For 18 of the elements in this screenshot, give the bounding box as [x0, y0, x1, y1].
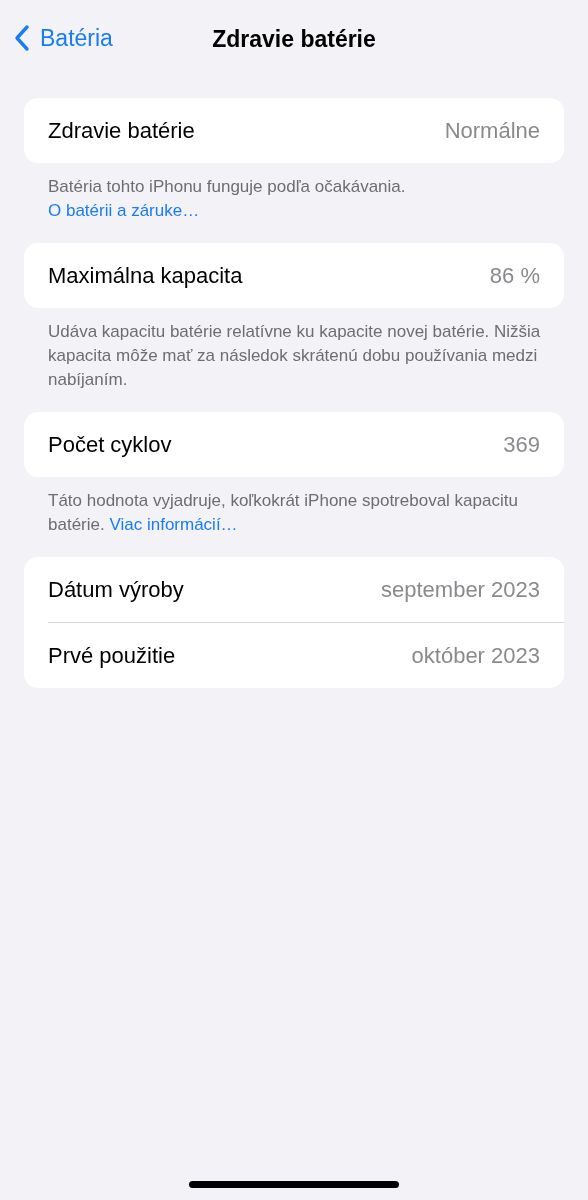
info-link[interactable]: Viac informácií… [109, 515, 238, 534]
row-label: Zdravie batérie [48, 117, 195, 144]
row-value: Normálne [444, 117, 540, 144]
row-value: 86 % [489, 262, 540, 289]
footer-text: Udáva kapacitu batérie relatívne ku kapacite novej batérie. Nižšia kapacita môže mať za následok skrátenú dobu používania medzi nabíjaním. [47, 321, 542, 391]
back-button[interactable]: Batéria [12, 22, 115, 54]
row-label: Prvé použitie [48, 642, 176, 669]
chevron-left-icon [14, 24, 30, 52]
row-label: Maximálna kapacita [48, 262, 243, 289]
page-title: Zdravie batérie [212, 25, 376, 53]
row-value: október 2023 [411, 642, 540, 669]
info-link[interactable]: O batérii a záruke… [48, 201, 200, 220]
row-label: Dátum výroby [48, 576, 184, 603]
row-value: september 2023 [381, 576, 540, 603]
row-label: Počet cyklov [48, 431, 172, 458]
footer-text: Táto hodnota vyjadruje, koľkokrát iPhone spotreboval kapacitu batérie. Viac informácií… [47, 490, 519, 536]
footer-text: Batéria tohto iPhonu funguje podľa očakávania. O batérii a záruke… [47, 176, 407, 222]
row-value: 369 [503, 431, 540, 458]
